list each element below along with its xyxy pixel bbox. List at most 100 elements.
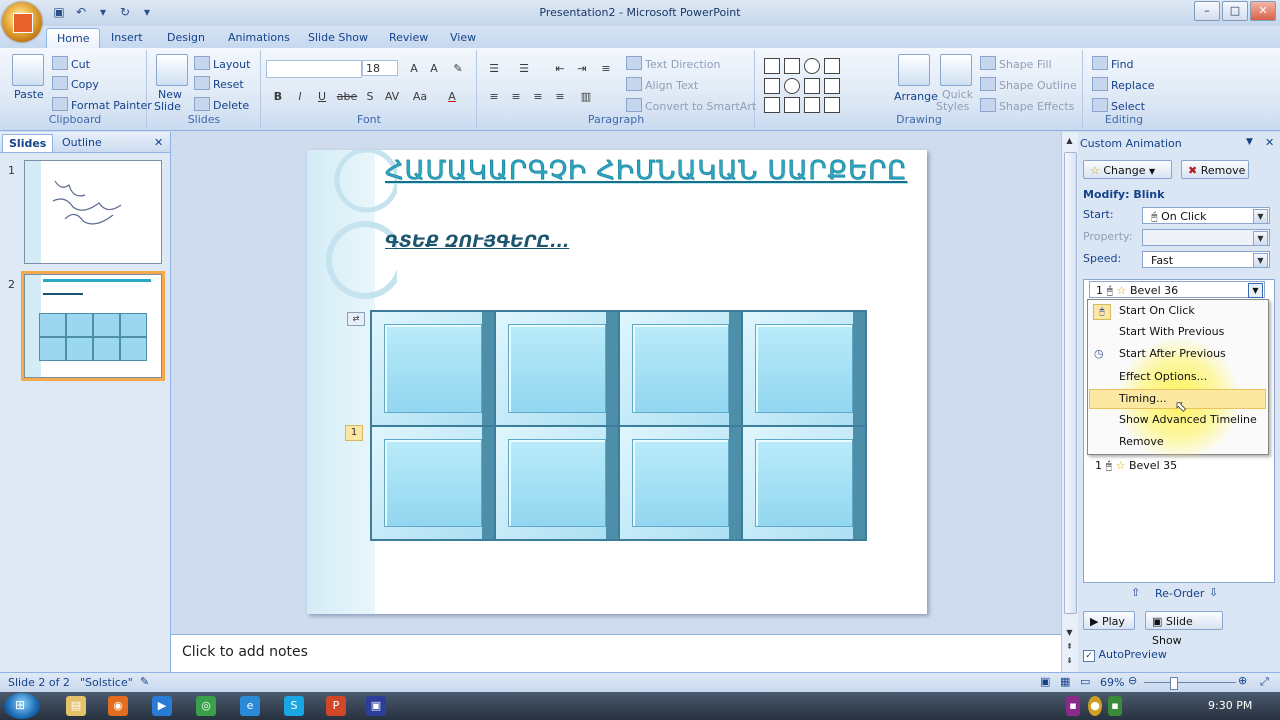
slide-show-button[interactable]: ▣ Slide Show	[1145, 611, 1223, 647]
change-case-button[interactable]: Aa	[408, 88, 432, 106]
font-name-input[interactable]	[266, 60, 362, 78]
slide-thumbnail-2[interactable]	[21, 271, 165, 381]
next-slide-icon[interactable]: ⇟	[1064, 656, 1075, 666]
bevel-shape[interactable]	[742, 425, 866, 540]
start-button[interactable]: ⊞	[4, 693, 40, 719]
close-pane-icon[interactable]: ✕	[148, 134, 169, 151]
autopreview-checkbox[interactable]: ✓ AutoPreview	[1083, 648, 1167, 662]
zoom-out-icon[interactable]: ⊖	[1128, 674, 1137, 687]
arrange-button[interactable]: Arrange	[894, 90, 938, 103]
spelling-icon[interactable]: ✎	[140, 675, 149, 688]
menu-item-start-on-click[interactable]: Start On Click	[1119, 301, 1195, 321]
new-slide-icon[interactable]	[156, 54, 188, 86]
underline-button[interactable]: U	[312, 88, 332, 106]
shape-brace-icon[interactable]	[824, 97, 840, 113]
tab-insert[interactable]: Insert	[101, 28, 153, 48]
minimize-icon[interactable]: –	[1194, 1, 1220, 21]
bevel-shape[interactable]	[618, 425, 743, 540]
bevel-shape[interactable]	[371, 311, 495, 426]
font-size-input[interactable]: 18	[362, 60, 398, 76]
copy-button[interactable]: Copy	[52, 76, 99, 91]
scroll-up-icon[interactable]: ▲	[1064, 136, 1075, 146]
italic-button[interactable]: I	[290, 88, 310, 106]
firefox-icon[interactable]: ◉	[108, 696, 128, 716]
bevel-shape[interactable]	[371, 425, 495, 540]
shadow-button[interactable]: S	[360, 88, 380, 106]
bevel-shape[interactable]	[742, 311, 866, 426]
shape-smiley-icon[interactable]	[804, 58, 820, 74]
bevel-shape[interactable]	[494, 311, 619, 426]
shape-rectangle-icon[interactable]	[764, 78, 780, 94]
shape-rectangle-icon[interactable]	[824, 58, 840, 74]
start-select[interactable]: 🖰 On Click ▼	[1142, 207, 1270, 224]
tray-icon[interactable]: ▪	[1066, 696, 1080, 716]
tab-review[interactable]: Review	[379, 28, 438, 48]
menu-item-start-after-previous[interactable]: Start After Previous	[1119, 344, 1226, 364]
bullets-icon[interactable]: ☰	[484, 60, 504, 78]
tab-outline[interactable]: Outline	[56, 134, 108, 151]
ie-icon[interactable]: e	[240, 696, 260, 716]
skype-icon[interactable]: S	[284, 696, 304, 716]
bevel-shape[interactable]	[618, 311, 743, 426]
decrease-indent-icon[interactable]: ⇤	[550, 60, 570, 78]
convert-smartart-button[interactable]: Convert to SmartArt	[626, 98, 756, 113]
shape-arrow-icon[interactable]	[764, 97, 780, 113]
shape-rectangle-icon[interactable]	[784, 58, 800, 74]
office-button[interactable]	[2, 2, 42, 42]
line-spacing-icon[interactable]: ≡	[596, 60, 616, 78]
shape-arrow-down-icon[interactable]	[784, 97, 800, 113]
animation-tag-icon[interactable]: ⇄	[347, 312, 365, 326]
align-right-icon[interactable]: ≡	[528, 88, 548, 106]
zoom-slider[interactable]	[1144, 682, 1236, 683]
bold-button[interactable]: B	[268, 88, 288, 106]
zoom-level[interactable]: 69%	[1100, 676, 1124, 689]
list-item[interactable]: 1 🖰 ☆ Bevel 36 ▼	[1089, 281, 1265, 298]
shrink-font-icon[interactable]: A	[424, 60, 444, 78]
numbering-icon[interactable]: ☰	[514, 60, 534, 78]
media-player-icon[interactable]: ▶	[152, 696, 172, 716]
zoom-in-icon[interactable]: ⊕	[1238, 674, 1247, 687]
speed-select[interactable]: Fast ▼	[1142, 251, 1270, 268]
shape-effects-button[interactable]: Shape Effects	[980, 98, 1074, 113]
tab-slides[interactable]: Slides	[2, 134, 54, 152]
bevel-shape[interactable]	[494, 425, 619, 540]
fit-window-icon[interactable]: ⤢	[1260, 675, 1269, 689]
shape-outline-button[interactable]: Shape Outline	[980, 77, 1077, 92]
chevron-down-icon[interactable]: ▼	[1248, 283, 1263, 298]
tab-animations[interactable]: Animations	[218, 28, 300, 48]
powerpoint-taskbar-icon[interactable]: P	[326, 696, 346, 716]
select-button[interactable]: Select	[1092, 98, 1145, 113]
notes-pane[interactable]: Click to add notes	[171, 634, 1061, 673]
shape-rounded-rect-icon[interactable]	[804, 78, 820, 94]
slideshow-view-icon[interactable]: ▭	[1080, 675, 1090, 688]
pane-menu-icon[interactable]: ▼	[1246, 137, 1253, 147]
increase-indent-icon[interactable]: ⇥	[572, 60, 592, 78]
tab-design[interactable]: Design	[157, 28, 215, 48]
reorder-up-icon[interactable]: ⇧	[1131, 586, 1140, 599]
explorer-icon[interactable]: ▤	[66, 696, 86, 716]
sorter-view-icon[interactable]: ▦	[1060, 675, 1070, 688]
font-color-button[interactable]: A	[442, 88, 462, 106]
quick-styles-icon[interactable]	[940, 54, 972, 86]
cut-button[interactable]: Cut	[52, 56, 90, 71]
reorder-down-icon[interactable]: ⇩	[1209, 586, 1218, 599]
tab-slide-show[interactable]: Slide Show	[298, 28, 378, 48]
scroll-down-icon[interactable]: ▼	[1064, 628, 1075, 638]
arrange-icon[interactable]	[898, 54, 930, 86]
delete-button[interactable]: Delete	[194, 97, 249, 112]
vertical-scrollbar[interactable]: ▲ ▼ ⇞ ⇟	[1061, 132, 1078, 672]
tray-icon[interactable]: ●	[1088, 696, 1102, 716]
scroll-thumb[interactable]	[1064, 152, 1077, 614]
text-direction-button[interactable]: Text Direction	[626, 56, 720, 71]
shape-arrow-up-icon[interactable]	[804, 97, 820, 113]
menu-item-remove[interactable]: Remove	[1119, 432, 1164, 452]
previous-slide-icon[interactable]: ⇞	[1064, 642, 1075, 652]
justify-icon[interactable]: ≡	[550, 88, 570, 106]
grow-font-icon[interactable]: A	[404, 60, 424, 78]
list-item[interactable]: 1 🖰 ☆ Bevel 35	[1089, 457, 1177, 474]
shape-rectangle-icon[interactable]	[764, 58, 780, 74]
strikethrough-button[interactable]: abe	[334, 88, 360, 106]
zoom-slider-thumb[interactable]	[1170, 677, 1178, 690]
columns-icon[interactable]: ▥	[576, 88, 596, 106]
remove-effect-button[interactable]: ✖ Remove	[1181, 160, 1249, 179]
